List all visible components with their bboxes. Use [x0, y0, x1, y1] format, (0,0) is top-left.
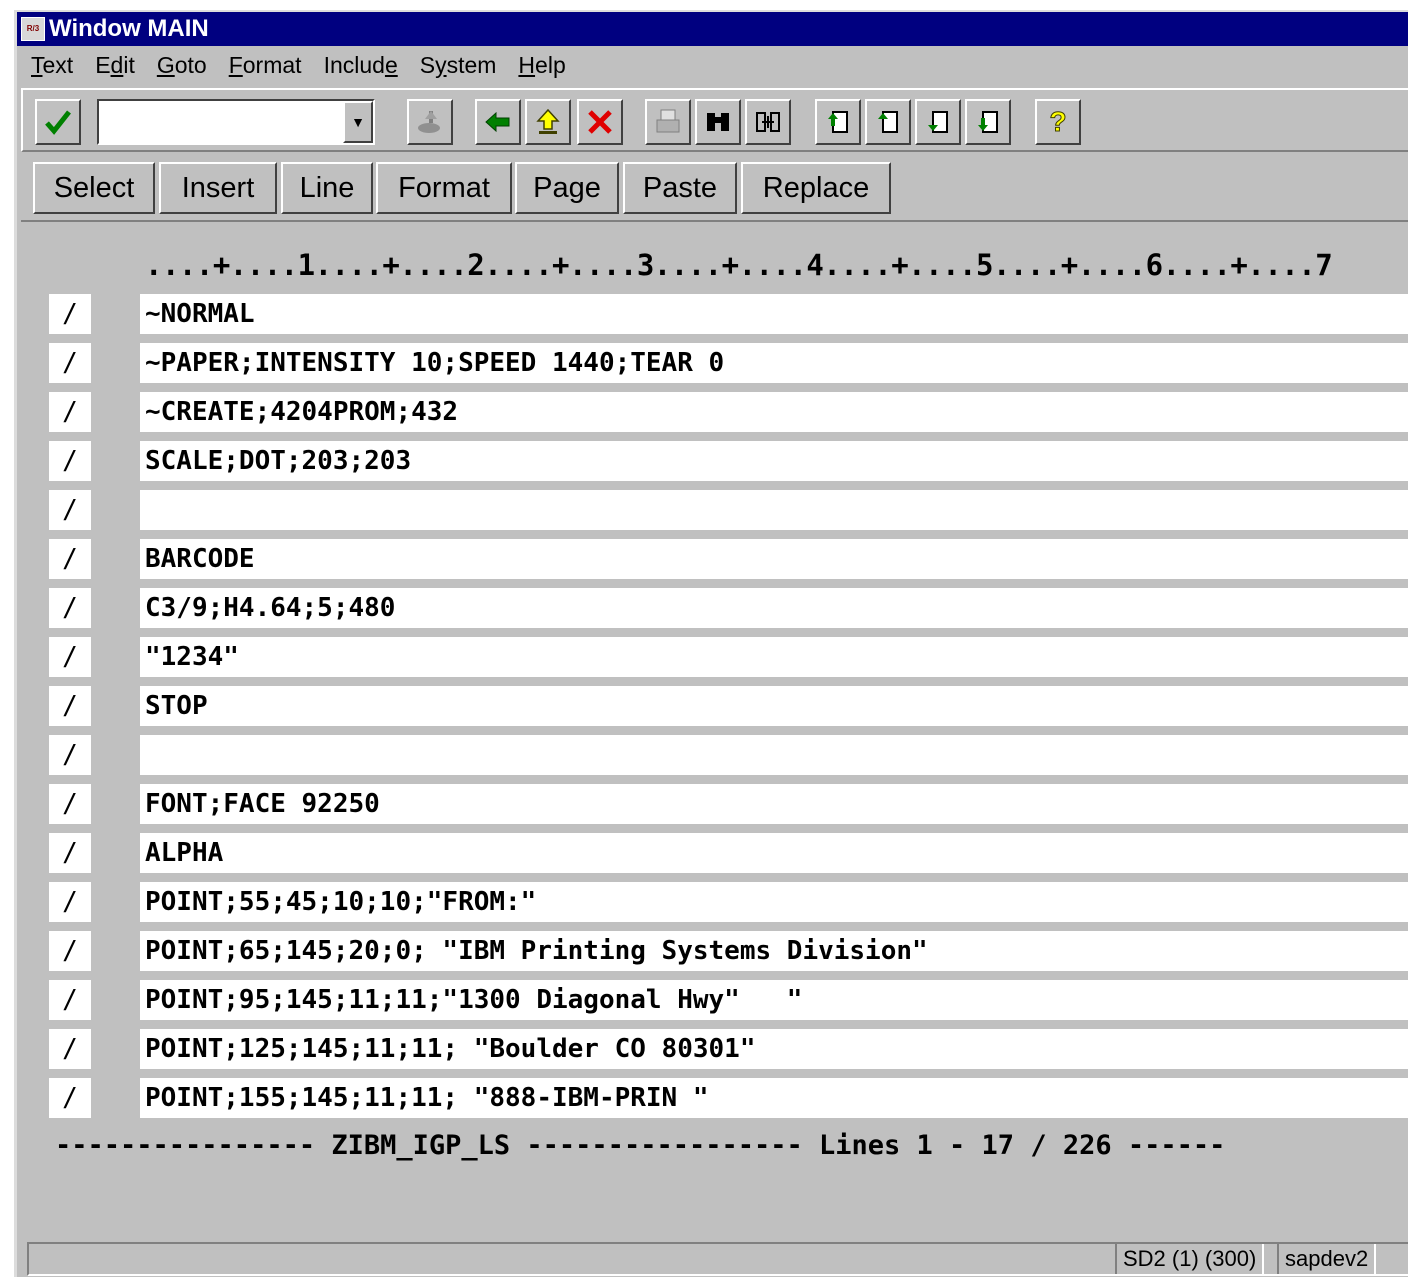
editor-line: / POINT;55;45;10;10;"FROM:"	[17, 882, 1408, 922]
line-text-field[interactable]	[140, 735, 1408, 775]
editor-footer: ---------------- ZIBM_IGP_LS -----------…	[55, 1130, 1226, 1161]
menu-format[interactable]: Format	[229, 52, 302, 79]
editor-line: / ~NORMAL	[17, 294, 1408, 334]
line-format-field[interactable]: /	[49, 1078, 91, 1118]
replace-button[interactable]: Replace	[741, 162, 891, 214]
line-text-field[interactable]: ALPHA	[140, 833, 1408, 873]
editor-line: /	[17, 735, 1408, 775]
paste-button[interactable]: Paste	[623, 162, 737, 214]
menu-help[interactable]: Help	[518, 52, 565, 79]
chevron-down-icon: ▼	[351, 114, 365, 130]
line-format-field[interactable]: /	[49, 1029, 91, 1069]
application-toolbar: Select Insert Line Format Page Paste Rep…	[21, 154, 1408, 222]
line-format-field[interactable]: /	[49, 931, 91, 971]
line-format-field[interactable]: /	[49, 784, 91, 824]
line-format-field[interactable]: /	[49, 539, 91, 579]
editor-line: / ~PAPER;INTENSITY 10;SPEED 1440;TEAR 0	[17, 343, 1408, 383]
editor-line: / FONT;FACE 92250	[17, 784, 1408, 824]
line-format-field[interactable]: /	[49, 588, 91, 628]
editor-line: /	[17, 490, 1408, 530]
title-bar: R/3 Window MAIN	[17, 12, 1408, 46]
editor-line: / STOP	[17, 686, 1408, 726]
column-ruler: ....+....1....+....2....+....3....+....4…	[145, 248, 1333, 282]
system-info[interactable]: SD2 (1) (300)	[1115, 1244, 1265, 1274]
line-text-field[interactable]: STOP	[140, 686, 1408, 726]
editor-line: / BARCODE	[17, 539, 1408, 579]
line-format-field[interactable]: /	[49, 833, 91, 873]
editor-line: / POINT;65;145;20;0; "IBM Printing Syste…	[17, 931, 1408, 971]
editor-line: / SCALE;DOT;203;203	[17, 441, 1408, 481]
help-icon[interactable]: ?	[1035, 99, 1081, 145]
line-text-field[interactable]: POINT;65;145;20;0; "IBM Printing Systems…	[140, 931, 1408, 971]
line-text-field[interactable]: POINT;125;145;11;11; "Boulder CO 80301"	[140, 1029, 1408, 1069]
line-text-field[interactable]	[140, 490, 1408, 530]
select-button[interactable]: Select	[33, 162, 155, 214]
format-button[interactable]: Format	[376, 162, 512, 214]
menu-edit[interactable]: Edit	[95, 52, 135, 79]
window-title: Window MAIN	[49, 15, 209, 42]
page-button[interactable]: Page	[515, 162, 619, 214]
back-icon[interactable]	[475, 99, 521, 145]
line-button[interactable]: Line	[281, 162, 373, 214]
command-field[interactable]: ▼	[97, 99, 375, 145]
status-bar: SD2 (1) (300) sapdev2	[27, 1242, 1408, 1276]
next-page-icon[interactable]	[915, 99, 961, 145]
line-format-field[interactable]: /	[49, 980, 91, 1020]
line-text-field[interactable]: BARCODE	[140, 539, 1408, 579]
last-page-icon[interactable]	[965, 99, 1011, 145]
sap-window: R/3 Window MAIN Text Edit Goto Format In…	[14, 10, 1408, 1277]
command-dropdown-button[interactable]: ▼	[343, 101, 373, 143]
menu-include[interactable]: Include	[324, 52, 398, 79]
line-format-field[interactable]: /	[49, 441, 91, 481]
line-format-field[interactable]: /	[49, 490, 91, 530]
editor-line: / C3/9;H4.64;5;480	[17, 588, 1408, 628]
line-text-field[interactable]: SCALE;DOT;203;203	[140, 441, 1408, 481]
menu-bar: Text Edit Goto Format Include System Hel…	[17, 46, 1408, 84]
standard-toolbar: ▼ ?	[21, 88, 1408, 152]
server-info[interactable]: sapdev2	[1277, 1244, 1377, 1274]
line-text-field[interactable]: C3/9;H4.64;5;480	[140, 588, 1408, 628]
line-text-field[interactable]: ~NORMAL	[140, 294, 1408, 334]
menu-text[interactable]: Text	[31, 52, 73, 79]
check-icon[interactable]	[35, 99, 81, 145]
save-icon[interactable]	[407, 99, 453, 145]
editor-line: / ~CREATE;4204PROM;432	[17, 392, 1408, 432]
first-page-icon[interactable]	[815, 99, 861, 145]
line-format-field[interactable]: /	[49, 343, 91, 383]
line-text-field[interactable]: "1234"	[140, 637, 1408, 677]
line-text-field[interactable]: FONT;FACE 92250	[140, 784, 1408, 824]
line-format-field[interactable]: /	[49, 637, 91, 677]
line-text-field[interactable]: POINT;95;145;11;11;"1300 Diagonal Hwy" "	[140, 980, 1408, 1020]
line-format-field[interactable]: /	[49, 882, 91, 922]
cancel-icon[interactable]	[577, 99, 623, 145]
editor-line: / POINT;155;145;11;11; "888-IBM-PRIN "	[17, 1078, 1408, 1118]
line-text-field[interactable]: ~CREATE;4204PROM;432	[140, 392, 1408, 432]
print-icon[interactable]	[645, 99, 691, 145]
editor-line: / "1234"	[17, 637, 1408, 677]
find-next-icon[interactable]	[745, 99, 791, 145]
prev-page-icon[interactable]	[865, 99, 911, 145]
line-format-field[interactable]: /	[49, 294, 91, 334]
find-icon[interactable]	[695, 99, 741, 145]
command-input[interactable]	[99, 101, 339, 143]
line-text-field[interactable]: ~PAPER;INTENSITY 10;SPEED 1440;TEAR 0	[140, 343, 1408, 383]
line-format-field[interactable]: /	[49, 686, 91, 726]
sap-app-icon[interactable]: R/3	[21, 17, 45, 41]
line-format-field[interactable]: /	[49, 392, 91, 432]
line-text-field[interactable]: POINT;55;45;10;10;"FROM:"	[140, 882, 1408, 922]
insert-button[interactable]: Insert	[159, 162, 277, 214]
line-format-field[interactable]: /	[49, 735, 91, 775]
menu-goto[interactable]: Goto	[157, 52, 207, 79]
editor-line: / POINT;95;145;11;11;"1300 Diagonal Hwy"…	[17, 980, 1408, 1020]
line-text-field[interactable]: POINT;155;145;11;11; "888-IBM-PRIN "	[140, 1078, 1408, 1118]
exit-icon[interactable]	[525, 99, 571, 145]
editor-line: / ALPHA	[17, 833, 1408, 873]
editor-line: / POINT;125;145;11;11; "Boulder CO 80301…	[17, 1029, 1408, 1069]
menu-system[interactable]: System	[420, 52, 497, 79]
